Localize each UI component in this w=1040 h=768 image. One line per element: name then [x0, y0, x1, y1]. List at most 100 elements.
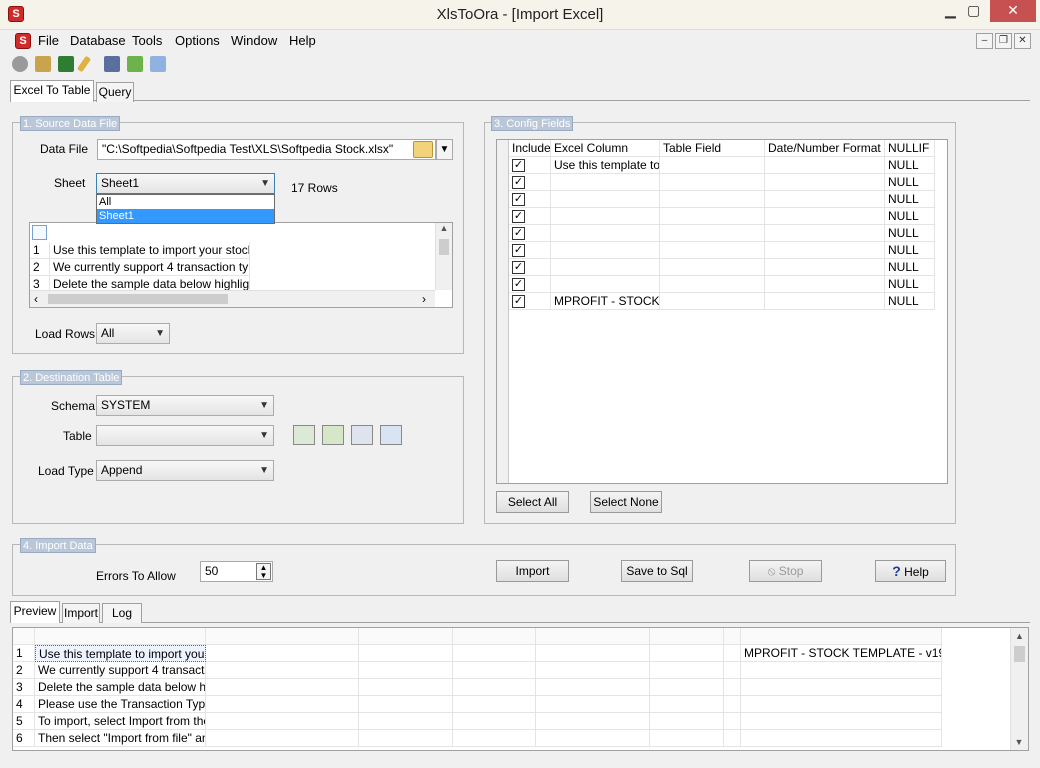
maximize-icon[interactable]: ▢ [967, 2, 980, 19]
menu-window[interactable]: Window [231, 33, 277, 48]
table-field-cell[interactable] [660, 191, 765, 208]
include-checkbox[interactable]: ✓ [512, 244, 525, 257]
table-cell[interactable] [359, 696, 453, 713]
table-cell[interactable] [724, 730, 741, 747]
include-checkbox[interactable]: ✓ [512, 295, 525, 308]
table-cell[interactable] [741, 713, 942, 730]
format-cell[interactable] [765, 293, 885, 310]
table-columns-icon[interactable] [380, 425, 402, 445]
nullif-cell[interactable]: NULL [885, 157, 935, 174]
format-cell[interactable] [765, 208, 885, 225]
table-row[interactable]: We currently support 4 transaction types [50, 259, 250, 276]
excel-column-cell[interactable] [551, 225, 660, 242]
excel-column-cell[interactable] [551, 242, 660, 259]
table-field-cell[interactable] [660, 208, 765, 225]
include-checkbox[interactable]: ✓ [512, 176, 525, 189]
tab-excel-to-table[interactable]: Excel To Table [10, 80, 94, 102]
excel-column-cell[interactable] [551, 259, 660, 276]
table-cell[interactable] [650, 662, 724, 679]
table-cell[interactable] [650, 679, 724, 696]
table-cell[interactable] [536, 679, 650, 696]
include-checkbox[interactable]: ✓ [512, 159, 525, 172]
include-cell[interactable]: ✓ [509, 242, 551, 259]
include-cell[interactable]: ✓ [509, 259, 551, 276]
include-cell[interactable]: ✓ [509, 225, 551, 242]
table-field-cell[interactable] [660, 225, 765, 242]
nullif-cell[interactable]: NULL [885, 208, 935, 225]
table-cell[interactable] [206, 696, 359, 713]
column-header[interactable] [206, 628, 359, 645]
select-all-corner[interactable] [32, 225, 47, 240]
table-field-cell[interactable] [660, 157, 765, 174]
table-cell[interactable] [724, 645, 741, 662]
table-cell[interactable] [359, 662, 453, 679]
table-field-cell[interactable] [660, 242, 765, 259]
table-row[interactable]: Use this template to import your sto [35, 645, 206, 662]
table-cell[interactable] [453, 730, 536, 747]
table-cell[interactable] [650, 696, 724, 713]
folder-open-icon[interactable] [413, 141, 433, 158]
schema-select[interactable]: SYSTEM ▼ [96, 395, 274, 416]
column-header[interactable] [13, 628, 35, 645]
table-cell[interactable] [536, 713, 650, 730]
table-cell[interactable] [206, 713, 359, 730]
table-row[interactable]: We currently support 4 transaction [35, 662, 206, 679]
copy-icon[interactable] [127, 56, 143, 72]
mdi-restore-button[interactable]: ❐ [995, 33, 1012, 49]
scroll-up-icon[interactable]: ▲ [1011, 628, 1028, 644]
nullif-cell[interactable]: NULL [885, 191, 935, 208]
table-cell[interactable] [206, 730, 359, 747]
view-table-icon[interactable] [351, 425, 373, 445]
tab-query[interactable]: Query [96, 82, 134, 102]
document-icon[interactable]: S [15, 33, 31, 49]
include-cell[interactable]: ✓ [509, 208, 551, 225]
scroll-up-icon[interactable]: ▲ [436, 223, 452, 237]
excel-column-cell[interactable] [551, 191, 660, 208]
format-cell[interactable] [765, 242, 885, 259]
horizontal-scrollbar[interactable]: ‹ › [30, 290, 435, 307]
config-fields-grid[interactable]: Include Excel Column Table Field Date/Nu… [496, 139, 948, 484]
format-cell[interactable] [765, 259, 885, 276]
sheet-select[interactable]: Sheet1 ▼ [96, 173, 275, 194]
disconnect-icon[interactable] [35, 56, 51, 72]
sheet-option-all[interactable]: All [97, 195, 274, 209]
table-cell[interactable] [536, 662, 650, 679]
include-cell[interactable]: ✓ [509, 157, 551, 174]
excel-column-cell[interactable]: Use this template to... [551, 157, 660, 174]
excel-column-cell[interactable] [551, 276, 660, 293]
format-cell[interactable] [765, 276, 885, 293]
excel-column-cell[interactable]: MPROFIT - STOCK... [551, 293, 660, 310]
column-header[interactable] [453, 628, 536, 645]
include-checkbox[interactable]: ✓ [512, 193, 525, 206]
connect-icon[interactable] [12, 56, 28, 72]
column-header-excel-column[interactable]: Excel Column [551, 140, 660, 157]
table-cell[interactable] [536, 730, 650, 747]
include-checkbox[interactable]: ✓ [512, 210, 525, 223]
menu-database[interactable]: Database [70, 33, 126, 48]
scroll-left-icon[interactable]: ‹ [34, 292, 38, 306]
close-icon[interactable]: ✕ [990, 0, 1036, 22]
tab-log[interactable]: Log [102, 603, 142, 623]
table-cell[interactable] [650, 730, 724, 747]
menu-file[interactable]: File [38, 33, 59, 48]
scroll-down-icon[interactable]: ▼ [1011, 734, 1027, 750]
scroll-thumb[interactable] [1014, 646, 1025, 662]
table-field-cell[interactable] [660, 174, 765, 191]
table-cell[interactable] [359, 645, 453, 662]
vertical-scrollbar[interactable]: ▲ [435, 223, 452, 290]
scroll-thumb[interactable] [48, 294, 228, 304]
table-cell[interactable] [741, 696, 942, 713]
format-cell[interactable] [765, 191, 885, 208]
report-icon[interactable] [104, 56, 120, 72]
scroll-thumb[interactable] [439, 239, 449, 255]
nullif-cell[interactable]: NULL [885, 174, 935, 191]
nullif-cell[interactable]: NULL [885, 225, 935, 242]
column-header[interactable] [536, 628, 650, 645]
table-row[interactable]: To import, select Import from the m [35, 713, 206, 730]
include-cell[interactable]: ✓ [509, 191, 551, 208]
menu-help[interactable]: Help [289, 33, 316, 48]
column-header[interactable] [359, 628, 453, 645]
include-cell[interactable]: ✓ [509, 293, 551, 310]
table-cell[interactable] [206, 662, 359, 679]
table-cell[interactable] [724, 696, 741, 713]
